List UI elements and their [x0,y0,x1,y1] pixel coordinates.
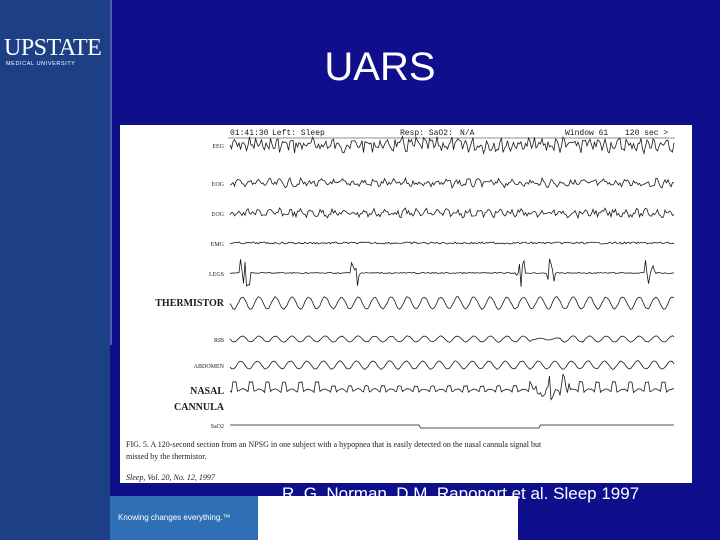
sidebar-divider [110,0,112,345]
journal-reference: Sleep, Vol. 20, No. 12, 1997 [126,473,216,482]
channel-label-2: EOG [212,212,225,218]
channel-label-7: ABDOMEN [194,364,225,370]
header-sao2: N/A [460,129,475,138]
psg-recording: 01:41:30 Left: Sleep Resp: SaO2: N/A Win… [126,129,675,482]
trace-eeg-0 [229,135,675,155]
channel-label-3: EMG [211,242,225,248]
caption-line-1: FIG. 5. A 120-second section from an NPS… [126,440,542,449]
channel-label-1: EOG [212,182,225,188]
psg-figure: 01:41:30 Left: Sleep Resp: SaO2: N/A Win… [120,125,692,483]
trace-rib-6 [229,335,675,343]
header-sleep: Left: Sleep [272,129,325,138]
tagline: Knowing changes everything.™ [110,496,258,540]
channel-label-9: CANNULA [174,402,225,413]
sidebar: UPSTATE MEDICAL UNIVERSITY [0,0,110,540]
header-window: Window 61 [565,129,608,138]
channel-label-10: SaO2 [211,424,224,430]
footer-tagline-bar: Knowing changes everything.™ [110,496,518,540]
slide-title: UARS [324,45,436,89]
channel-label-5: THERMISTOR [155,298,224,309]
header-time: 01:41:30 [230,129,269,138]
trace-emg-3 [229,241,674,245]
channel-label-6: RIB [214,338,224,344]
trace-thermistor-5 [229,295,675,310]
caption-line-2: missed by the thermistor. [126,452,206,461]
trace-eog-2 [229,207,675,220]
upstate-logo: UPSTATE MEDICAL UNIVERSITY [4,36,108,68]
header-seconds: 120 sec > [625,129,668,138]
channel-label-8: NASAL [190,386,224,397]
trace-legs-4 [229,258,675,287]
trace-eog-1 [229,176,675,189]
trace-nasal-8 [229,373,675,401]
figure-caption: FIG. 5. A 120-second section from an NPS… [126,440,542,482]
logo-wordmark: UPSTATE [4,35,102,61]
trace-abdomen-7 [229,360,675,370]
header-resp: Resp: SaO2: [400,129,453,138]
figure-header: 01:41:30 Left: Sleep Resp: SaO2: N/A Win… [228,129,675,139]
logo-subtitle: MEDICAL UNIVERSITY [6,61,76,67]
channel-label-4: LEGS [209,272,224,278]
trace-sao2-10 [230,424,674,429]
channel-label-0: EEG [212,144,224,150]
